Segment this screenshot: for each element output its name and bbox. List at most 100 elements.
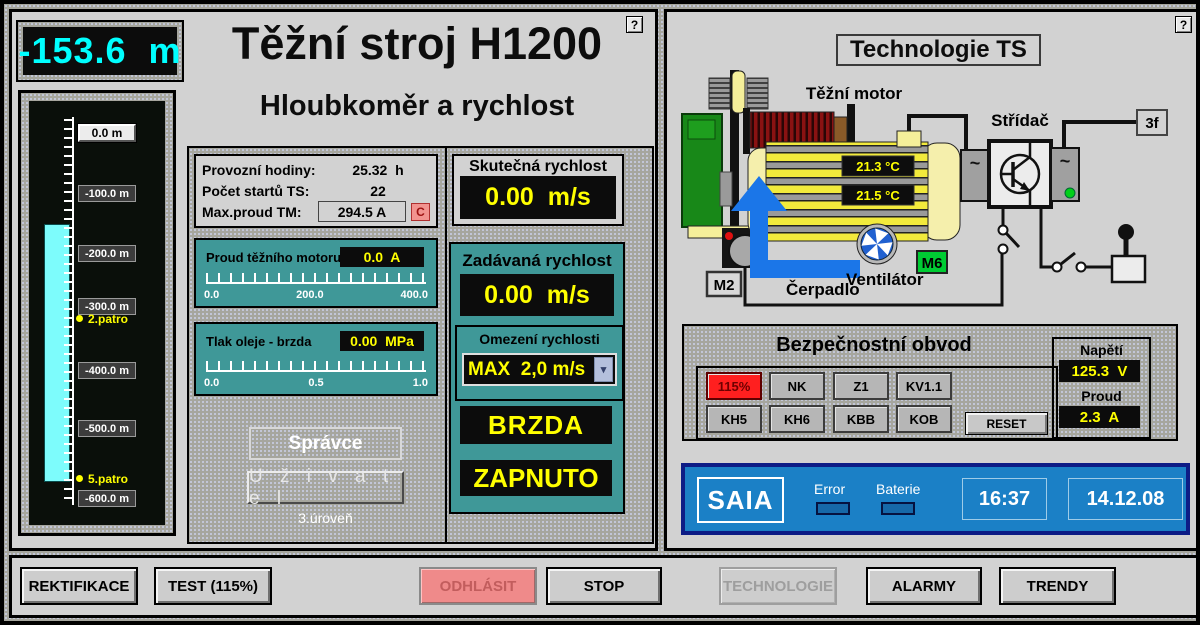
switch-2 bbox=[1041, 207, 1112, 272]
fan-blades bbox=[861, 228, 892, 259]
inverter-box bbox=[989, 141, 1051, 207]
help-button[interactable]: ? bbox=[1175, 16, 1192, 33]
brake-pressure-value: 0.00 MPa bbox=[340, 331, 424, 351]
inverter-grid-wire bbox=[1064, 122, 1137, 150]
clear-max-button[interactable]: C bbox=[411, 203, 430, 221]
scale-label: -600.0 m bbox=[78, 490, 136, 507]
speed-limit-box: Omezení rychlosti MAX 2,0 m/s ▾ bbox=[455, 325, 624, 401]
trendy-button[interactable]: TRENDY bbox=[999, 567, 1116, 605]
nav-toolbar: REKTIFIKACE TEST (115%) ODHLÁSIT STOP TE… bbox=[9, 555, 1199, 618]
motor-temp-1: 21.3 °C bbox=[856, 159, 900, 174]
test-button[interactable]: TEST (115%) bbox=[154, 567, 272, 605]
brake-status: BRZDA bbox=[460, 406, 612, 444]
motor-label: Těžní motor bbox=[806, 84, 903, 103]
set-speed-label: Zadávaná rychlost bbox=[451, 251, 623, 271]
safety-tile-kbb: KBB bbox=[833, 405, 889, 433]
voltage-label: Napětí bbox=[1054, 342, 1149, 358]
safety-title: Bezpečnostní obvod bbox=[684, 334, 1064, 357]
user-button[interactable]: U ž i v a t e l bbox=[247, 471, 404, 504]
motor-current-gauge: Proud těžního motoru 0.0 A 0.0 200.0 400… bbox=[194, 238, 438, 308]
motor-current-label: Proud těžního motoru bbox=[206, 250, 341, 265]
tick-label: 0.5 bbox=[308, 377, 323, 389]
depth-display: -153.6 m bbox=[23, 27, 177, 75]
motor-current-value: 0.0 A bbox=[340, 247, 424, 267]
rektifikace-button[interactable]: REKTIFIKACE bbox=[20, 567, 138, 605]
motor-terminal-box bbox=[897, 131, 921, 147]
plc-error-label: Error bbox=[814, 481, 845, 497]
safety-tiles: 115% NK Z1 KV1.1 KH5 KH6 KBB KOB RESET bbox=[696, 366, 1058, 440]
plc-brand: SAIA bbox=[697, 477, 784, 523]
hours-label: Provozní hodiny: bbox=[202, 162, 326, 178]
floor-2-label: 2.patro bbox=[88, 312, 128, 326]
depth-gauge-scale: 0.0 m -100.0 m -200.0 m -300.0 m -400.0 … bbox=[29, 101, 165, 525]
reset-button[interactable]: RESET bbox=[965, 412, 1048, 435]
scale-label: -500.0 m bbox=[78, 420, 136, 437]
grid-3f: 3f bbox=[1145, 115, 1159, 132]
m2-tag: M2 bbox=[714, 277, 735, 294]
technology-panel: Technologie TS ? bbox=[664, 9, 1199, 551]
chevron-down-icon[interactable]: ▾ bbox=[594, 357, 613, 382]
safety-tile-nk: NK bbox=[769, 372, 825, 400]
fan-label: Ventilátor bbox=[846, 270, 924, 289]
divider bbox=[445, 148, 447, 542]
brake-pressure-label: Tlak oleje - brzda bbox=[206, 334, 311, 349]
tick-label: 0.0 bbox=[204, 289, 219, 301]
resistor-post-left bbox=[743, 108, 750, 154]
alarmy-button[interactable]: ALARMY bbox=[866, 567, 982, 605]
clock-time: 16:37 bbox=[962, 478, 1047, 520]
set-speed-value: 0.00 m/s bbox=[460, 274, 614, 316]
safety-tile-kh6: KH6 bbox=[769, 405, 825, 433]
scale-surface-label: 0.0 m bbox=[78, 124, 136, 142]
brake-pressure-ticks bbox=[206, 361, 426, 372]
admin-button[interactable]: Správce bbox=[249, 427, 402, 460]
inverter-label: Střídač bbox=[991, 111, 1049, 130]
stop-button[interactable]: STOP bbox=[546, 567, 662, 605]
technologie-button[interactable]: TECHNOLOGIE bbox=[719, 567, 837, 605]
hours-value: 25.32 h bbox=[326, 162, 430, 178]
inverter-ok-indicator bbox=[1065, 188, 1075, 198]
tick-label: 400.0 bbox=[400, 289, 428, 301]
cooler-fins-right bbox=[747, 78, 768, 109]
floor-2-dot bbox=[76, 315, 83, 322]
actual-speed-label: Skutečná rychlost bbox=[454, 158, 622, 176]
scale-line bbox=[72, 117, 74, 505]
clock-date: 14.12.08 bbox=[1068, 478, 1183, 520]
scale-ticks bbox=[64, 119, 72, 503]
cooler-core bbox=[732, 71, 745, 113]
page-title: Těžní stroj H1200 bbox=[180, 16, 654, 72]
pump-indicator bbox=[725, 232, 733, 240]
tick-label: 0.0 bbox=[204, 377, 219, 389]
safety-circuit-panel: Bezpečnostní obvod 115% NK Z1 KV1.1 KH5 … bbox=[682, 324, 1178, 441]
cabinet-bracket bbox=[720, 172, 732, 206]
power-status: ZAPNUTO bbox=[460, 460, 612, 496]
ac-symbol: ~ bbox=[970, 153, 981, 173]
ac-symbol: ~ bbox=[1060, 151, 1071, 171]
starts-value: 22 bbox=[326, 183, 430, 199]
tick-label: 1.0 bbox=[413, 377, 428, 389]
tick-label: 200.0 bbox=[296, 289, 324, 301]
starts-label: Počet startů TS: bbox=[202, 183, 326, 199]
plc-error-indicator bbox=[816, 502, 850, 515]
maxcurrent-value: 294.5 A bbox=[318, 201, 406, 222]
scale-label: -400.0 m bbox=[78, 362, 136, 379]
logout-button[interactable]: ODHLÁSIT bbox=[419, 567, 537, 605]
speed-limit-select[interactable]: MAX 2,0 m/s ▾ bbox=[464, 355, 615, 384]
access-level: 3.úroveň bbox=[247, 510, 404, 526]
maxcurrent-label: Max.proud TM: bbox=[202, 204, 318, 220]
safety-tile-kh5: KH5 bbox=[706, 405, 762, 433]
floor-5-label: 5.patro bbox=[88, 472, 128, 486]
brake-pressure-gauge: Tlak oleje - brzda 0.00 MPa 0.0 0.5 1.0 bbox=[194, 322, 438, 396]
actual-speed-value: 0.00 m/s bbox=[460, 176, 616, 219]
safety-tile-kv11: KV1.1 bbox=[896, 372, 952, 400]
motor-current-ticks bbox=[206, 273, 426, 284]
m6-tag: M6 bbox=[922, 255, 943, 272]
cooler-fins-left bbox=[709, 78, 730, 109]
safety-tile-z1: Z1 bbox=[833, 372, 889, 400]
plc-status-bar: SAIA Error Baterie 16:37 14.12.08 bbox=[681, 463, 1190, 535]
hoist-panel: -153.6 m Těžní stroj H1200 Hloubkoměr a … bbox=[9, 9, 658, 551]
scale-label: -200.0 m bbox=[78, 245, 136, 262]
help-button[interactable]: ? bbox=[626, 16, 643, 33]
voltage-value: 125.3 V bbox=[1059, 360, 1140, 382]
master-controller-icon bbox=[1112, 224, 1145, 282]
current-value: 2.3 A bbox=[1059, 406, 1140, 428]
